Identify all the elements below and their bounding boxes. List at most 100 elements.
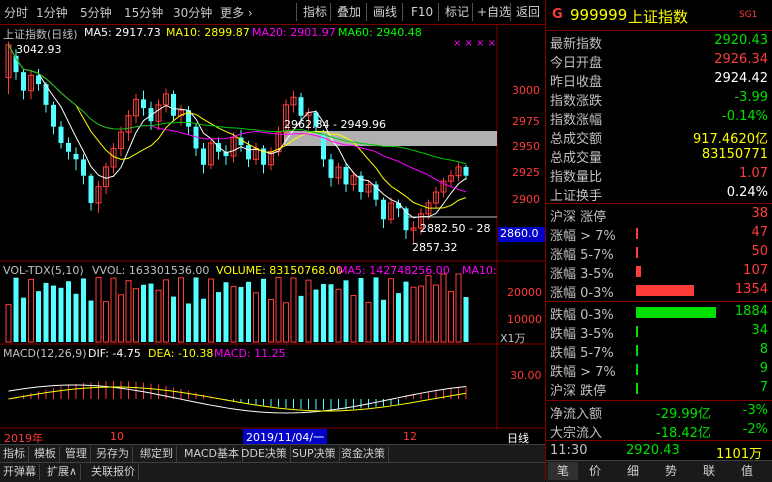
volume-bar: [335, 288, 342, 343]
decline-label: 跌幅 0-3%: [550, 308, 614, 323]
price-axis-tick: 3000: [512, 84, 540, 97]
volume-bar: [141, 284, 146, 342]
tab-trend[interactable]: 势: [656, 462, 686, 480]
volume-bar: [125, 280, 132, 343]
candle-body: [73, 153, 79, 160]
tab-macd-basic[interactable]: MACD基本: [181, 446, 243, 462]
trade-time: 11:30: [550, 443, 588, 458]
tab-fund[interactable]: 资金决策: [338, 446, 389, 462]
stat-label: 昨日收盘: [550, 75, 603, 90]
decline-row: 沪深 跌停 7: [548, 379, 770, 399]
volume-bar: [171, 296, 176, 342]
trade-price: 2920.43: [626, 443, 680, 458]
index-label: 上证指数(日线): [3, 28, 78, 41]
date-axis-month: 12: [403, 430, 417, 443]
fund-flow-row: 净流入额 -29.99亿 -3%: [548, 402, 770, 422]
sg-tag: SG1: [739, 10, 758, 20]
last-trade-row: 11:30 2920.43 1101万: [546, 442, 772, 462]
volume-bar: [155, 289, 162, 343]
kline-chart-area[interactable]: 上证指数(日线) MA5: 2917.73 MA10: 2899.87 MA20…: [0, 24, 546, 458]
volume-bar: [216, 292, 221, 342]
related-quote-button[interactable]: 关联报价: [88, 464, 139, 480]
mark-button[interactable]: 标记: [442, 3, 472, 21]
advance-row: 涨幅 3-5% 107: [548, 262, 770, 282]
volume-bar: [275, 276, 282, 343]
tab-sup[interactable]: SUP决策: [289, 446, 340, 462]
stat-row: 指数量比 1.07: [548, 165, 770, 185]
tab-detail[interactable]: 细: [618, 462, 648, 480]
indicator-tab-bar: 指标 模板 管理 另存为 绑定到 MACD基本 DDE决策 SUP决策 资金决策: [0, 444, 545, 463]
gap-range-label: 2962.84 - 2949.96: [284, 118, 386, 131]
volume-bar: [283, 302, 289, 343]
period-tab-30min[interactable]: 30分钟: [173, 4, 212, 21]
volume-bar: [440, 273, 447, 343]
tab-save-as[interactable]: 另存为: [93, 446, 133, 462]
advance-count: 38: [751, 206, 768, 221]
fund-flow-label: 净流入额: [550, 407, 603, 422]
stat-label: 总成交额: [550, 132, 603, 147]
advance-bar: [636, 247, 638, 258]
candle-body: [381, 199, 386, 220]
dea-line: [8, 386, 467, 412]
advance-row: 涨幅 5-7% 50: [548, 243, 770, 263]
volume-bar: [13, 277, 19, 342]
volume-bar: [81, 278, 86, 342]
indicator-button[interactable]: 指标: [300, 3, 330, 21]
volume-bar: [36, 291, 41, 342]
period-tab-intraday[interactable]: 分时: [4, 4, 28, 21]
window-dots[interactable]: × × × ×: [453, 38, 496, 49]
volume-bar: [73, 293, 79, 342]
stat-value: -0.14%: [722, 109, 768, 124]
overlay-button[interactable]: 叠加: [334, 3, 364, 21]
kline-chart-svg[interactable]: [0, 24, 545, 457]
tab-value[interactable]: 值: [732, 462, 762, 480]
tab-linked[interactable]: 联: [694, 462, 724, 480]
vol-ma10-label: MA10:: [462, 264, 497, 277]
tab-template[interactable]: 模板: [31, 446, 60, 462]
tab-dde[interactable]: DDE决策: [238, 446, 291, 462]
volume-bar: [268, 298, 274, 343]
candle-body: [343, 166, 349, 185]
tab-manage[interactable]: 管理: [62, 446, 91, 462]
fund-flow-value: -18.42亿: [656, 426, 711, 441]
period-more-dropdown[interactable]: 更多 ›: [220, 4, 253, 21]
volume-bar: [103, 301, 109, 343]
tab-indicator[interactable]: 指标: [0, 446, 29, 462]
tab-bind-to[interactable]: 绑定到: [137, 446, 177, 462]
volume-bar: [208, 278, 214, 343]
volume-bar: [463, 297, 469, 342]
stat-label: 指数涨跌: [550, 94, 603, 109]
f10-button[interactable]: F10: [408, 3, 436, 21]
tab-price[interactable]: 价: [580, 462, 610, 480]
stat-row: 总成交额 917.4620亿: [548, 127, 770, 147]
ma10-label: MA10: 2899.87: [166, 26, 250, 39]
back-button[interactable]: 返回: [513, 3, 543, 21]
fund-flow-value: -29.99亿: [656, 407, 711, 422]
expand-button[interactable]: 扩展∧: [44, 464, 82, 480]
tab-ticks[interactable]: 笔: [548, 462, 578, 480]
stat-value: 1.07: [739, 166, 768, 181]
advance-label: 涨幅 5-7%: [550, 248, 614, 263]
draw-line-button[interactable]: 画线: [370, 3, 400, 21]
danmaku-toggle[interactable]: 开弹幕: [0, 464, 40, 480]
fund-flow-row: 大宗流入 -18.42亿 -2%: [548, 421, 770, 441]
advance-bar: [636, 228, 638, 239]
period-tab-1min[interactable]: 1分钟: [36, 4, 68, 21]
volume-bar: [328, 284, 334, 342]
volume-bar: [321, 284, 326, 342]
vol-axis-tick: 20000: [507, 286, 542, 299]
add-watchlist-button[interactable]: +自选: [474, 3, 514, 21]
stat-value: 2926.34: [714, 52, 768, 67]
volume-bar: [373, 277, 379, 342]
stat-value: 2920.43: [714, 33, 768, 48]
stat-row: 今日开盘 2926.34: [548, 51, 770, 71]
period-tab-15min[interactable]: 15分钟: [124, 4, 163, 21]
advance-count: 1354: [734, 282, 768, 297]
volume-bar: [298, 295, 304, 342]
decline-count: 1884: [734, 304, 768, 319]
volume-bar: [433, 284, 439, 343]
volume-bar: [186, 303, 191, 342]
period-tab-5min[interactable]: 5分钟: [80, 4, 112, 21]
decline-count: 9: [759, 361, 768, 376]
macd-value-label: MACD: 11.25: [214, 347, 286, 360]
